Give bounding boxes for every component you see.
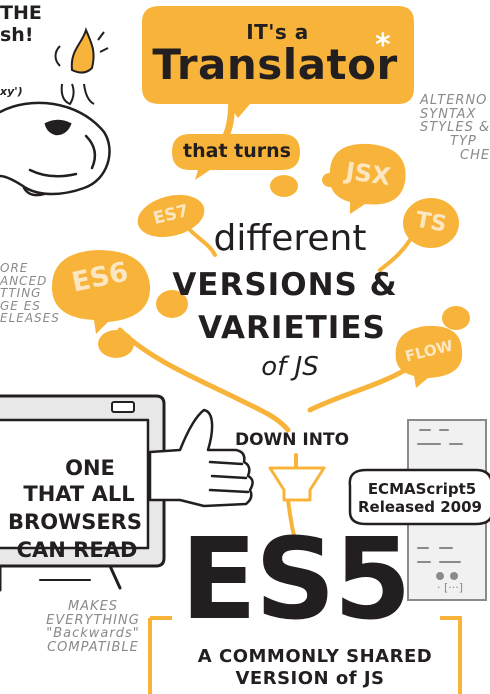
makes-note-line-3: "Backwards" <box>46 626 140 642</box>
screen-text-line-2: THAT ALL <box>23 482 135 506</box>
center-text-versions: VERSIONS & <box>172 267 398 303</box>
center-text-varieties: VARIETIES <box>198 310 386 346</box>
screen-text-line-4: CAN READ <box>16 538 138 562</box>
released-2009-label: Released 2009 <box>358 498 482 516</box>
left-note-line-5: ELEASES <box>0 311 60 326</box>
left-note-line-3: TTING <box>0 286 42 301</box>
splash-icon <box>54 27 109 106</box>
that-turns-text: that turns <box>183 140 291 162</box>
asterisk-icon: * <box>375 28 391 63</box>
alternative-syntax-note: ALTERNO SYNTAX STYLES & TYP CHE <box>420 94 490 162</box>
top-left-line-1: THE <box>0 2 42 24</box>
alt-note-line-3: STYLES & <box>420 120 490 136</box>
makes-note-line-2: EVERYTHING <box>46 612 140 628</box>
makes-note-line-4: COMPATIBLE <box>47 639 139 655</box>
small-bubble-1 <box>442 306 470 330</box>
title-translator: Translator <box>152 40 398 89</box>
screen-text-line-1: ONE <box>65 456 115 480</box>
small-bubble-3 <box>270 175 298 197</box>
commonly-shared-line-2: VERSION of JS <box>235 668 385 689</box>
alt-note-line-4: TYP <box>450 133 477 149</box>
mascot-creature <box>0 101 111 197</box>
backwards-compatible-note: MAKES EVERYTHING "Backwards" COMPATIBLE <box>28 600 158 655</box>
screen-text-line-3: BROWSERS <box>8 510 142 534</box>
stream-ts <box>378 238 412 272</box>
small-bubble-5 <box>98 330 134 358</box>
alt-note-line-1: ALTERNO <box>420 93 488 108</box>
alt-note-line-5: CHE <box>460 147 490 163</box>
mascot-note: xy') <box>0 85 23 98</box>
ecmascript5-label: ECMAScript5 <box>367 480 477 498</box>
commonly-shared-line-1: A COMMONLY SHARED <box>197 646 433 667</box>
es5-heading: ES5 <box>180 515 411 645</box>
top-left-line-2: sh! <box>0 24 34 46</box>
left-note-line-1: ORE <box>0 261 29 275</box>
down-into-text: DOWN INTO <box>234 430 350 450</box>
top-left-fragment: THE sh! <box>0 2 60 46</box>
left-margin-note: ORE ANCED TTING GE ES ELEASES <box>0 262 66 325</box>
makes-note-line-1: MAKES <box>67 599 119 614</box>
center-text-different: different <box>213 218 367 259</box>
alt-note-line-2: SYNTAX <box>420 106 477 122</box>
center-text-of-js: of JS <box>261 352 319 382</box>
down-arrow-icon <box>268 466 326 502</box>
